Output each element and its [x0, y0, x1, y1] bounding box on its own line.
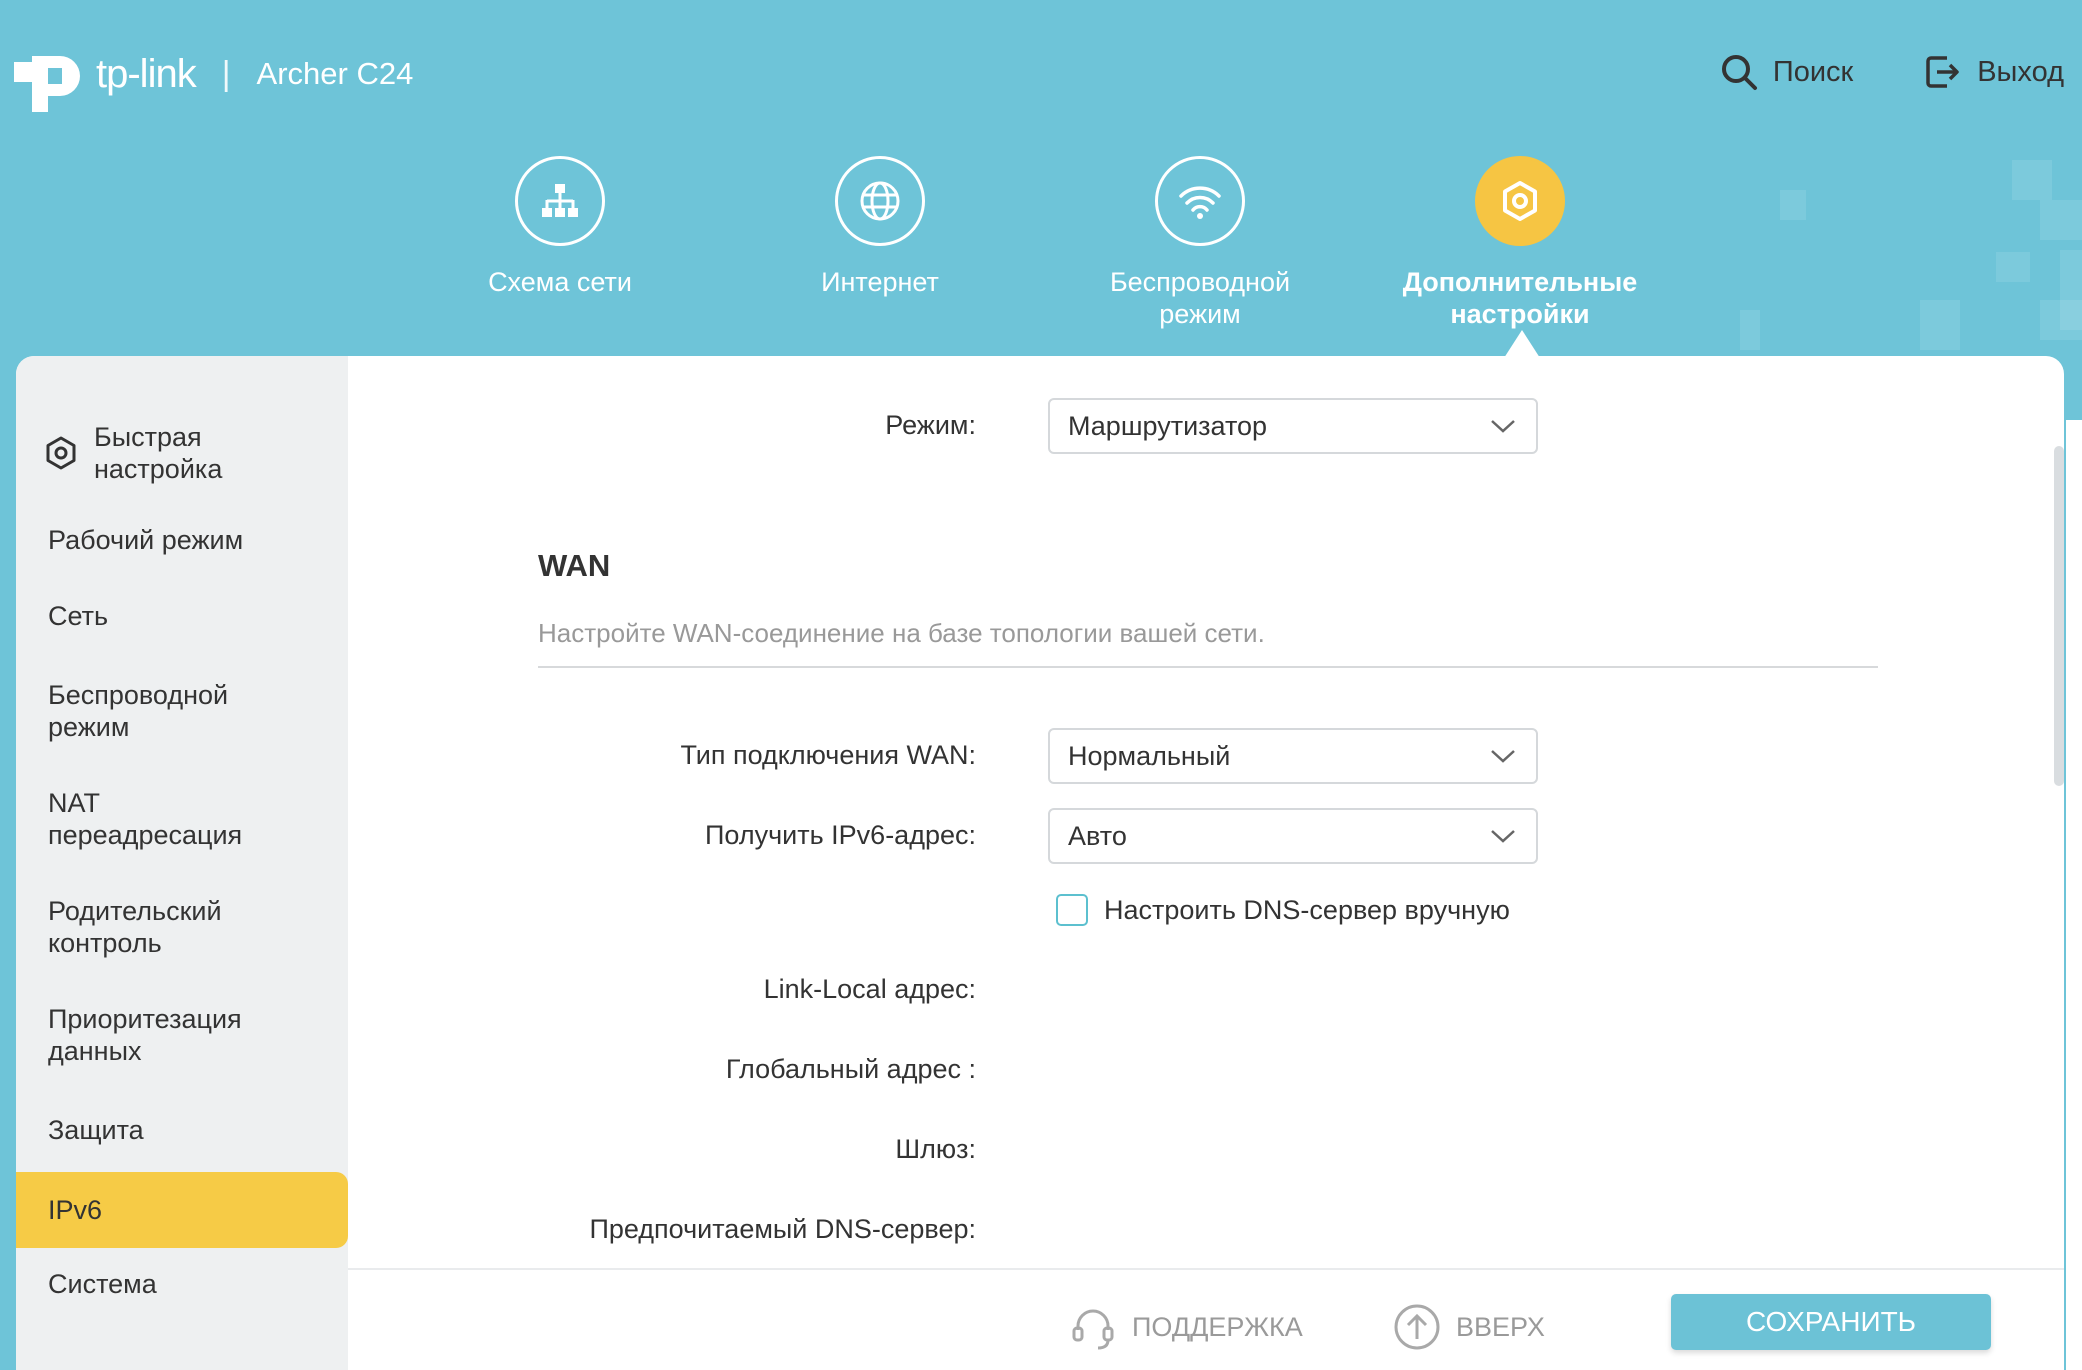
nav-circle: [515, 156, 605, 246]
support-label: ПОДДЕРЖКА: [1132, 1311, 1303, 1342]
sidebar-item-label: Приоритезация данных: [48, 1004, 242, 1066]
sidebar-item-label: Сеть: [48, 601, 109, 631]
chevron-down-icon: [1491, 750, 1515, 763]
ipv6-address-label: Получить IPv6-адрес:: [705, 820, 976, 850]
nav-advanced[interactable]: Дополнительные настройки: [1360, 156, 1680, 330]
nav-wireless[interactable]: Беспроводной режим: [1040, 156, 1360, 330]
search-button[interactable]: Поиск: [1719, 52, 1853, 92]
header: tp-link | Archer C24 Поиск Выход Схема с…: [0, 0, 2082, 360]
wan-type-value: Нормальный: [1068, 740, 1231, 771]
model-name: Archer C24: [256, 56, 414, 91]
sidebar-item-qos[interactable]: Приоритезация данных: [16, 1000, 348, 1070]
nav-label: Интернет: [821, 267, 939, 297]
arrow-up-circle-icon: [1394, 1304, 1440, 1350]
back-to-top-label: ВВЕРХ: [1456, 1311, 1545, 1342]
sidebar-item-label: IPv6: [48, 1195, 103, 1225]
network-map-icon: [542, 184, 578, 217]
nav-label: Беспроводной режим: [1109, 267, 1291, 329]
top-actions: Поиск Выход: [1719, 52, 2064, 92]
logout-label: Выход: [1977, 55, 2064, 88]
dns-manual-checkbox[interactable]: [1056, 894, 1088, 926]
headset-icon: [1072, 1309, 1114, 1350]
wifi-icon: [1179, 186, 1221, 219]
sidebar-item-network[interactable]: Сеть: [16, 596, 348, 636]
content-area: Режим: Маршрутизатор WAN Настройте WAN-с…: [348, 356, 2064, 1370]
brand-separator: |: [221, 54, 231, 93]
wan-type-select[interactable]: Нормальный: [1048, 728, 1538, 784]
sidebar-item-wireless[interactable]: Беспроводной режим: [16, 676, 348, 746]
dns-manual-row: Настроить DNS-сервер вручную: [1056, 894, 1510, 926]
sidebar-item-label: NAT переадресация: [48, 788, 243, 850]
sidebar-item-label: Защита: [48, 1115, 144, 1145]
nav-circle: [1155, 156, 1245, 246]
window-scrollbar[interactable]: [2054, 446, 2064, 786]
main-nav: Схема сети Интернет Беспроводной режим Д…: [0, 156, 2082, 356]
tp-link-logo-icon: [14, 56, 80, 112]
brand-name: tp-link: [96, 51, 197, 96]
chevron-down-icon: [1491, 420, 1515, 433]
ipv6-address-value: Авто: [1068, 820, 1127, 851]
sidebar-item-label: Рабочий режим: [48, 525, 244, 555]
ipv6-address-select[interactable]: Авто: [1048, 808, 1538, 864]
link-local-label: Link-Local адрес:: [763, 974, 976, 1004]
logout-icon: [1926, 56, 1959, 88]
sidebar: Быстрая настройка Рабочий режим Сеть Бес…: [16, 356, 348, 1370]
nav-label: Схема сети: [488, 267, 632, 297]
back-to-top-button[interactable]: ВВЕРХ: [1392, 1302, 1545, 1352]
wan-type-label: Тип подключения WAN:: [680, 740, 976, 770]
nav-network-map[interactable]: Схема сети: [400, 156, 720, 298]
sidebar-item-quick-setup[interactable]: Быстрая настройка: [16, 418, 348, 488]
section-divider: [538, 666, 1878, 668]
preferred-dns-label: Предпочитаемый DNS-сервер:: [589, 1214, 976, 1244]
sidebar-item-parental-controls[interactable]: Родительский контроль: [16, 892, 348, 962]
section-description: Настройте WAN-соединение на базе тополог…: [538, 618, 1265, 648]
window-scroll-track: [2066, 420, 2082, 1370]
mode-select[interactable]: Маршрутизатор: [1048, 398, 1538, 454]
sidebar-item-label: Беспроводной режим: [48, 680, 229, 742]
gateway-label: Шлюз:: [895, 1134, 976, 1164]
sidebar-item-security[interactable]: Защита: [16, 1110, 348, 1150]
logout-button[interactable]: Выход: [1923, 52, 2064, 92]
sidebar-item-label: Система: [48, 1269, 157, 1299]
search-label: Поиск: [1772, 55, 1854, 88]
sidebar-item-label: Быстрая настройка: [94, 422, 223, 484]
global-address-label: Глобальный адрес :: [725, 1054, 976, 1084]
gear-icon: [1503, 181, 1537, 221]
dns-manual-label: Настроить DNS-сервер вручную: [1104, 894, 1510, 925]
mode-label: Режим:: [885, 410, 976, 440]
nav-label: Дополнительные настройки: [1402, 267, 1638, 329]
brand-logo[interactable]: tp-link | Archer C24: [14, 36, 413, 112]
sidebar-item-ipv6[interactable]: IPv6: [16, 1172, 348, 1248]
chevron-down-icon: [1491, 830, 1515, 843]
nav-active-pointer: [1504, 330, 1540, 358]
section-title-wan: WAN: [538, 548, 611, 583]
sidebar-item-label: Родительский контроль: [48, 896, 222, 958]
save-button[interactable]: СОХРАНИТЬ: [1671, 1294, 1991, 1350]
footer-bar: ПОДДЕРЖКА ВВЕРХ СОХРАНИТЬ: [348, 1268, 2064, 1370]
sidebar-item-system[interactable]: Система: [16, 1264, 348, 1304]
mode-select-value: Маршрутизатор: [1068, 410, 1268, 441]
gear-icon: [46, 436, 76, 470]
nav-internet[interactable]: Интернет: [720, 156, 1040, 298]
nav-circle-active: [1475, 156, 1565, 246]
sidebar-item-operation-mode[interactable]: Рабочий режим: [16, 520, 348, 560]
main-panel: Быстрая настройка Рабочий режим Сеть Бес…: [16, 356, 2064, 1370]
support-button[interactable]: ПОДДЕРЖКА: [1068, 1302, 1303, 1352]
nav-circle: [835, 156, 925, 246]
sidebar-item-nat-forwarding[interactable]: NAT переадресация: [16, 784, 348, 854]
search-icon: [1721, 55, 1757, 90]
globe-icon: [860, 181, 900, 221]
